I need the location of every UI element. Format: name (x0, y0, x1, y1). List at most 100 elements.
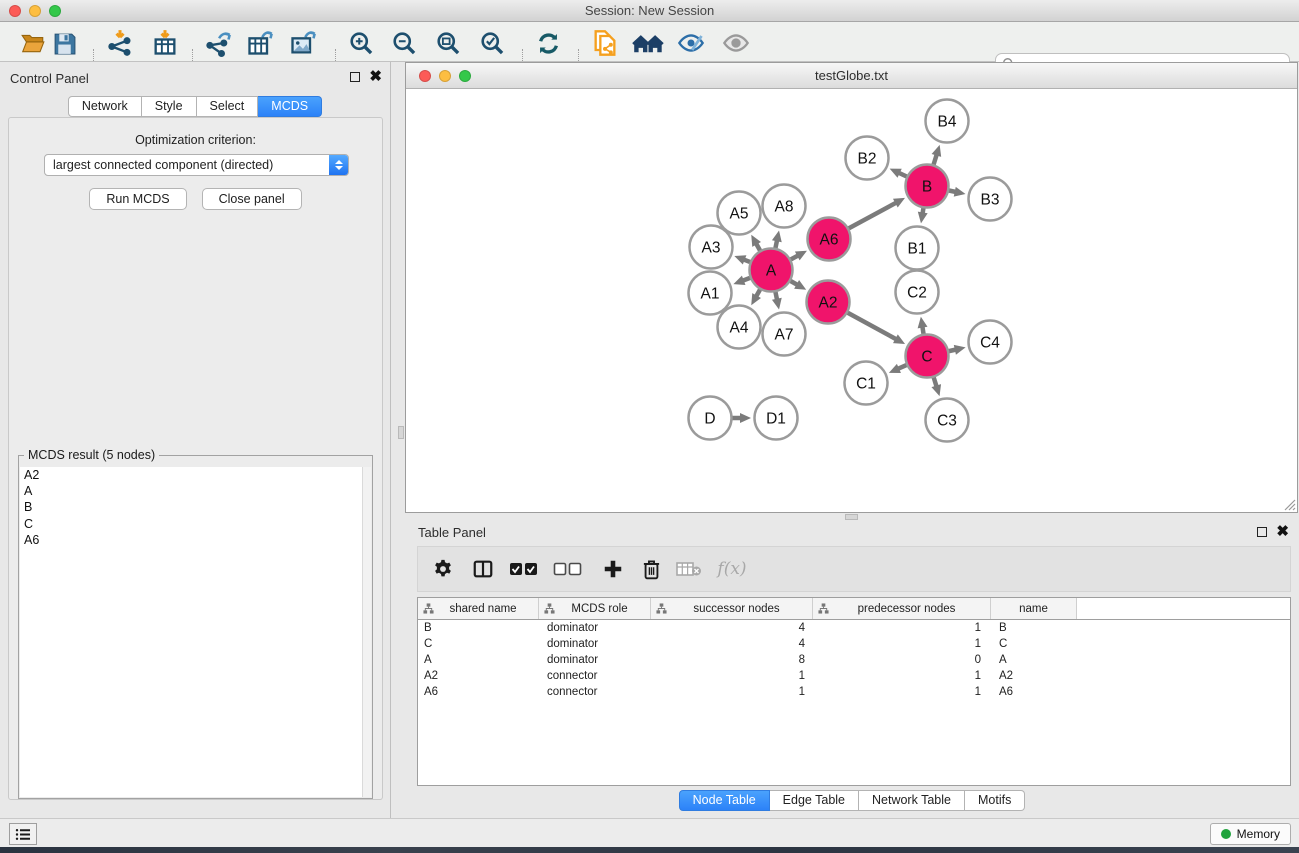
show-details-icon[interactable] (722, 29, 750, 57)
hide-details-icon[interactable] (677, 29, 705, 57)
table-cell[interactable]: A (418, 652, 539, 668)
table-cell[interactable]: 1 (651, 668, 813, 684)
clone-network-icon[interactable] (591, 29, 619, 57)
table-close-panel-icon[interactable]: ✖ (1276, 526, 1289, 538)
table-cell[interactable]: B (991, 620, 1077, 636)
node-D1[interactable]: D1 (755, 397, 798, 440)
export-table-icon[interactable] (246, 29, 274, 57)
add-column-icon[interactable] (600, 556, 626, 582)
node-C2[interactable]: C2 (896, 271, 939, 314)
table-cell[interactable]: connector (539, 668, 651, 684)
node-A3[interactable]: A3 (690, 226, 733, 269)
task-history-button[interactable] (9, 823, 37, 845)
tab-network-table[interactable]: Network Table (859, 790, 965, 811)
table-cell[interactable]: 8 (651, 652, 813, 668)
table-cell[interactable]: C (991, 636, 1077, 652)
save-icon[interactable] (50, 29, 78, 57)
column-view-icon[interactable] (470, 556, 496, 582)
node-A7[interactable]: A7 (763, 313, 806, 356)
export-image-icon[interactable] (289, 29, 317, 57)
table-cell[interactable]: A2 (991, 668, 1077, 684)
table-cell[interactable]: 1 (651, 684, 813, 700)
node-B[interactable]: B (906, 165, 949, 208)
table-cell[interactable]: 4 (651, 620, 813, 636)
tab-mcds[interactable]: MCDS (258, 96, 322, 117)
zoom-out-icon[interactable] (390, 29, 418, 57)
import-table-icon[interactable] (151, 29, 179, 57)
table-cell[interactable]: C (418, 636, 539, 652)
result-list-item[interactable]: A (20, 483, 371, 499)
node-A[interactable]: A (750, 249, 793, 292)
table-cell[interactable]: dominator (539, 636, 651, 652)
node-C1[interactable]: C1 (845, 362, 888, 405)
node-A5[interactable]: A5 (718, 192, 761, 235)
run-mcds-button[interactable]: Run MCDS (89, 188, 186, 210)
table-cell[interactable]: 1 (813, 636, 991, 652)
import-network-icon[interactable] (106, 29, 134, 57)
refresh-icon[interactable] (534, 29, 562, 57)
node-A2[interactable]: A2 (807, 281, 850, 324)
minimize-window-icon[interactable] (29, 5, 41, 17)
tab-select[interactable]: Select (197, 96, 259, 117)
zoom-in-icon[interactable] (347, 29, 375, 57)
table-row[interactable]: A6connector11A6 (418, 684, 1290, 700)
network-maximize-icon[interactable] (459, 70, 471, 82)
column-header-shared-name[interactable]: shared name (418, 598, 539, 619)
node-B4[interactable]: B4 (926, 100, 969, 143)
node-A4[interactable]: A4 (718, 306, 761, 349)
result-list-item[interactable]: C (20, 516, 371, 532)
table-cell[interactable]: A6 (991, 684, 1077, 700)
column-header-predecessor-nodes[interactable]: predecessor nodes (813, 598, 991, 619)
node-B1[interactable]: B1 (896, 227, 939, 270)
vertical-splitter-handle[interactable] (398, 426, 404, 439)
table-cell[interactable]: B (418, 620, 539, 636)
delete-icon[interactable] (638, 556, 664, 582)
select-all-icon[interactable] (508, 556, 540, 582)
table-float-panel-icon[interactable] (1257, 527, 1267, 537)
table-cell[interactable]: 1 (813, 668, 991, 684)
result-list-item[interactable]: A2 (20, 467, 371, 483)
table-row[interactable]: A2connector11A2 (418, 668, 1290, 684)
table-row[interactable]: Adominator80A (418, 652, 1290, 668)
node-C4[interactable]: C4 (969, 321, 1012, 364)
table-cell[interactable]: connector (539, 684, 651, 700)
home-icon[interactable] (631, 29, 665, 57)
table-row[interactable]: Bdominator41B (418, 620, 1290, 636)
node-A6[interactable]: A6 (808, 218, 851, 261)
result-list-item[interactable]: A6 (20, 532, 371, 548)
deselect-all-icon[interactable] (552, 556, 584, 582)
table-cell[interactable]: 1 (813, 684, 991, 700)
table-cell[interactable]: A2 (418, 668, 539, 684)
node-B2[interactable]: B2 (846, 137, 889, 180)
resize-grip-icon[interactable] (1284, 499, 1296, 511)
float-panel-icon[interactable] (350, 72, 360, 82)
table-cell[interactable]: dominator (539, 652, 651, 668)
close-panel-button[interactable]: Close panel (202, 188, 302, 210)
zoom-selected-icon[interactable] (478, 29, 506, 57)
settings-gear-icon[interactable] (430, 556, 456, 582)
close-window-icon[interactable] (9, 5, 21, 17)
table-cell[interactable]: 0 (813, 652, 991, 668)
tab-node-table[interactable]: Node Table (679, 790, 770, 811)
column-header-successor-nodes[interactable]: successor nodes (651, 598, 813, 619)
table-cell[interactable]: A6 (418, 684, 539, 700)
column-header-name[interactable]: name (991, 598, 1077, 619)
node-A1[interactable]: A1 (689, 272, 732, 315)
result-list-scrollbar[interactable] (362, 467, 371, 797)
table-cell[interactable]: dominator (539, 620, 651, 636)
network-window-title-bar[interactable]: testGlobe.txt (406, 63, 1297, 89)
node-B3[interactable]: B3 (969, 178, 1012, 221)
result-list-item[interactable]: B (20, 499, 371, 515)
table-row[interactable]: Cdominator41C (418, 636, 1290, 652)
memory-button[interactable]: Memory (1210, 823, 1291, 845)
node-C3[interactable]: C3 (926, 399, 969, 442)
tab-motifs[interactable]: Motifs (965, 790, 1025, 811)
column-header-MCDS-role[interactable]: MCDS role (539, 598, 651, 619)
node-A8[interactable]: A8 (763, 185, 806, 228)
node-D[interactable]: D (689, 397, 732, 440)
network-canvas-container[interactable]: A A1 A2 A3 A4 A5 A6 A7 A8 B B1 B2 B3B4 C C1 C2 C3C4 D D1 (406, 90, 1297, 512)
node-C[interactable]: C (906, 335, 949, 378)
table-cell[interactable]: A (991, 652, 1077, 668)
network-close-icon[interactable] (419, 70, 431, 82)
zoom-fit-icon[interactable] (434, 29, 462, 57)
